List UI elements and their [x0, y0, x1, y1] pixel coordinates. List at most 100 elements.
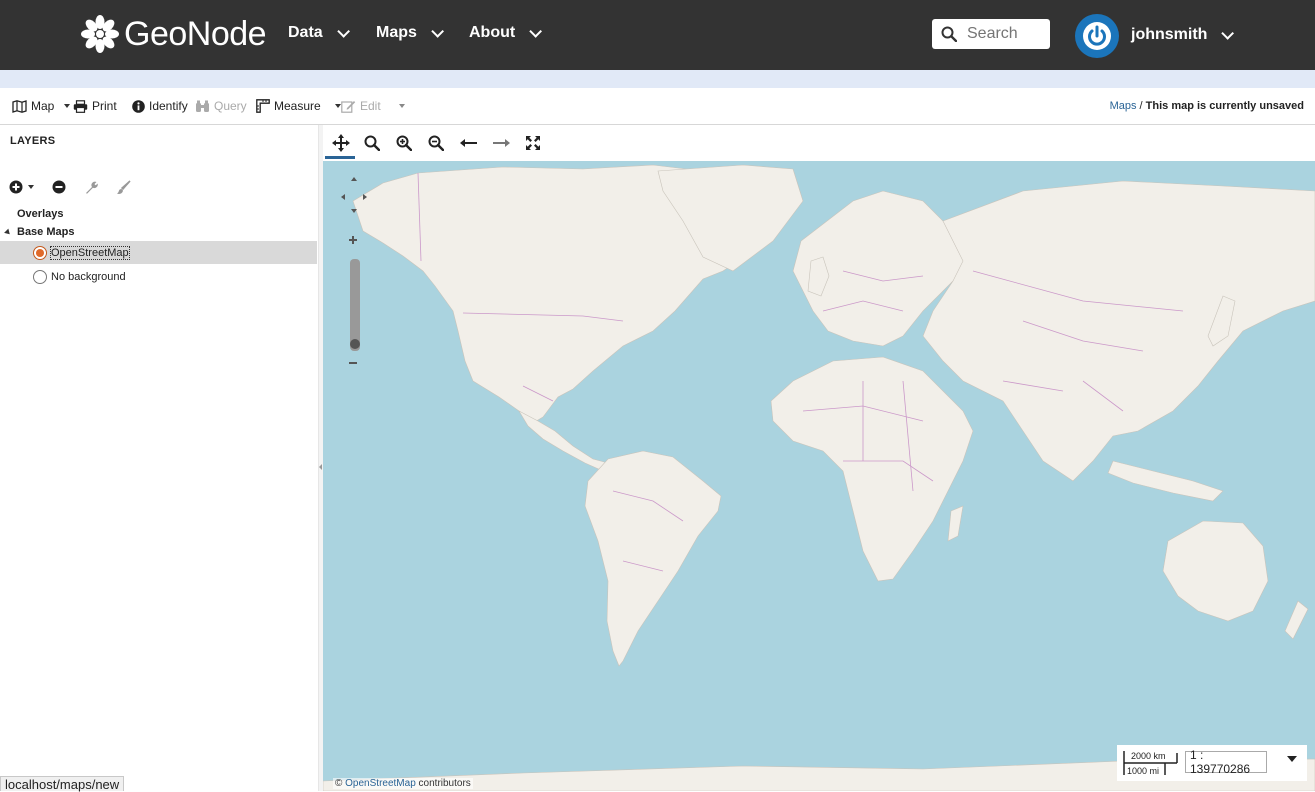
search-box: [932, 19, 1050, 49]
breadcrumb-separator: /: [1139, 100, 1143, 112]
browser-status-url: localhost/maps/new: [0, 776, 125, 792]
scale-control: 2000 km 1000 mi 1 : 139770286: [1117, 745, 1307, 781]
layer-label: No background: [51, 270, 126, 283]
geonode-logo[interactable]: GeoNode: [80, 12, 267, 56]
caret-down-icon: [64, 104, 71, 108]
new-zealand-landmass: [1284, 600, 1309, 640]
geonode-flower-icon: [81, 15, 119, 53]
nav-menu-maps[interactable]: Maps: [376, 24, 444, 42]
minus-circle-icon: [52, 180, 66, 194]
layer-style-button[interactable]: [115, 179, 131, 195]
map-icon: [12, 99, 27, 113]
scale-select[interactable]: 1 : 139770286: [1185, 748, 1267, 776]
map-menu-label: Map: [31, 99, 55, 113]
pan-button[interactable]: [325, 133, 355, 159]
collapse-arrow-icon[interactable]: [319, 455, 322, 479]
layers-title: LAYERS: [10, 135, 56, 147]
radio-unselected[interactable]: [33, 269, 47, 284]
zoom-out-minus: [349, 362, 357, 364]
logo-text: GeoNode: [124, 14, 267, 53]
radio-selected[interactable]: [33, 245, 47, 260]
osm-link[interactable]: OpenStreetMap: [345, 778, 416, 789]
base-layer-openstreetmap[interactable]: OpenStreetMap: [0, 241, 317, 264]
search-input[interactable]: [967, 25, 1047, 43]
binoculars-icon: [196, 100, 209, 112]
arrow-right-icon: [493, 139, 510, 147]
zoom-out-button[interactable]: [425, 133, 447, 153]
add-layer-button[interactable]: [9, 179, 39, 195]
avatar[interactable]: [1075, 14, 1119, 58]
ruler-icon: [256, 99, 270, 113]
measure-menu-button[interactable]: Measure: [256, 99, 341, 113]
central-america-landmass: [518, 410, 609, 472]
print-icon: [73, 99, 88, 113]
chevron-down-icon: [336, 24, 350, 38]
south-america-landmass: [584, 450, 722, 667]
zoom-to-max-extent-button[interactable]: [522, 133, 544, 153]
scale-km-label: 2000 km: [1131, 751, 1166, 761]
remove-layer-button[interactable]: [51, 179, 67, 195]
magnifier-icon: [364, 135, 380, 151]
base-maps-group[interactable]: Base Maps: [4, 226, 75, 238]
identify-label: Identify: [149, 99, 188, 113]
zoom-box-button[interactable]: [361, 133, 383, 153]
pan-up-arrow: [351, 177, 357, 181]
previous-extent-button[interactable]: [458, 133, 480, 153]
layer-label: OpenStreetMap: [50, 245, 130, 260]
scale-select-value: 1 : 139770286: [1190, 748, 1251, 776]
nav-menu-about[interactable]: About: [469, 24, 543, 42]
arrow-left-icon: [460, 139, 477, 147]
expand-icon: [526, 136, 540, 150]
zoom-slider-thumb: [350, 339, 360, 349]
edit-menu-button[interactable]: Edit: [341, 99, 405, 113]
print-button[interactable]: Print: [73, 99, 117, 113]
layer-properties-button[interactable]: [83, 179, 99, 195]
australia-landmass: [1162, 520, 1269, 622]
copyright-symbol: ©: [335, 778, 343, 789]
caret-down-icon[interactable]: [1287, 756, 1297, 762]
edit-icon: [341, 100, 356, 113]
chevron-down-icon: [529, 24, 543, 38]
pan-zoom-bar[interactable]: [333, 169, 373, 369]
query-button[interactable]: Query: [195, 99, 247, 113]
nav-menu-about-label: About: [469, 24, 516, 41]
power-icon: [1083, 22, 1111, 50]
user-menu[interactable]: johnsmith: [1131, 26, 1235, 44]
search-icon: [941, 26, 957, 42]
layers-panel: LAYERS Overlays Base Maps OpenStreetMap: [0, 125, 318, 791]
map-attribution: © OpenStreetMap contributors: [333, 778, 473, 789]
map-menu-button[interactable]: Map: [12, 99, 71, 113]
print-label: Print: [92, 99, 117, 113]
base-maps-label: Base Maps: [17, 226, 75, 238]
info-icon: [132, 99, 145, 113]
measure-label: Measure: [274, 99, 321, 113]
next-extent-button[interactable]: [490, 133, 512, 153]
africa-landmass: [770, 356, 974, 582]
username-label: johnsmith: [1131, 26, 1208, 43]
expand-triangle-icon[interactable]: [4, 228, 12, 236]
map-app-toolbar: Map Print Identify Query Measure Edit Ma…: [0, 88, 1315, 125]
pan-down-arrow: [351, 209, 357, 213]
plus-circle-icon: [9, 180, 23, 194]
nav-menu-data[interactable]: Data: [288, 24, 350, 42]
breadcrumb-maps-link[interactable]: Maps: [1110, 100, 1137, 112]
caret-down-icon: [398, 104, 405, 108]
zoom-slider-track: [350, 259, 360, 351]
edit-label: Edit: [360, 99, 381, 113]
scale-mi-label: 1000 mi: [1127, 766, 1160, 776]
pan-right-arrow: [363, 194, 367, 200]
overlays-group[interactable]: Overlays: [17, 208, 63, 220]
wrench-icon: [85, 181, 98, 194]
nav-menu-data-label: Data: [288, 24, 323, 41]
base-layer-no-background[interactable]: No background: [0, 265, 317, 288]
world-basemap[interactable]: [323, 161, 1315, 791]
chevron-down-icon: [1221, 26, 1235, 40]
scale-bar: 2000 km 1000 mi: [1123, 749, 1179, 777]
breadcrumb-current: This map is currently unsaved: [1145, 100, 1304, 112]
chevron-down-icon: [431, 24, 444, 38]
identify-button[interactable]: Identify: [132, 99, 188, 113]
caret-down-icon: [28, 185, 34, 189]
zoom-in-button[interactable]: [393, 133, 415, 153]
map-viewport[interactable]: © OpenStreetMap contributors 2000 km 100…: [323, 161, 1315, 791]
move-arrows-icon: [332, 134, 350, 152]
